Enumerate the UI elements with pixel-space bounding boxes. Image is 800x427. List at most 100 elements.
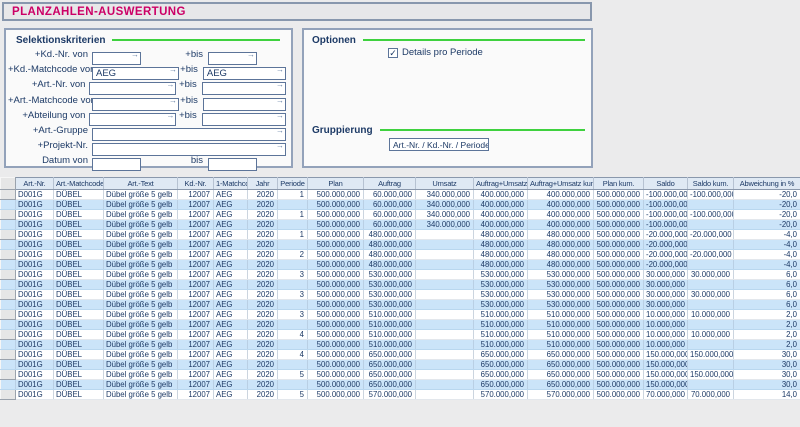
row-selector[interactable]	[1, 370, 16, 380]
table-row[interactable]: D001GDÜBELDübel größe 5 gelb12007AEG2020…	[1, 260, 800, 270]
row-selector[interactable]	[1, 330, 16, 340]
datum-bis-input[interactable]	[208, 158, 257, 171]
cell-kd_nr: 12007	[178, 300, 214, 310]
row-selector[interactable]	[1, 240, 16, 250]
cell-kd_nr: 12007	[178, 290, 214, 300]
cell-umsatz	[416, 260, 474, 270]
cell-plan: 500.000,000	[308, 350, 364, 360]
row-selector[interactable]	[1, 250, 16, 260]
row-selector[interactable]	[1, 210, 16, 220]
column-header-periode[interactable]: Periode	[278, 178, 308, 190]
cell-saldo: -20.000,000	[644, 240, 688, 250]
table-row[interactable]: D001GDÜBELDübel größe 5 gelb12007AEG2020…	[1, 300, 800, 310]
row-selector[interactable]	[1, 260, 16, 270]
cell-auftrag: 60.000,000	[364, 190, 416, 200]
cell-kd_nr: 12007	[178, 260, 214, 270]
cell-kd_nr: 12007	[178, 220, 214, 230]
row-selector[interactable]	[1, 220, 16, 230]
table-row[interactable]: D001GDÜBELDübel größe 5 gelb12007AEG2020…	[1, 210, 800, 220]
cell-auftrag_umsatz: 400.000,000	[474, 210, 528, 220]
cell-jahr: 2020	[248, 260, 278, 270]
cell-art_nr: D001G	[16, 190, 54, 200]
cell-auftrag_umsatz_kum: 570.000,000	[528, 390, 594, 400]
row-selector[interactable]	[1, 300, 16, 310]
column-header-auftrag[interactable]: Auftrag	[364, 178, 416, 190]
cell-matchcode_1: AEG	[214, 270, 248, 280]
cell-jahr: 2020	[248, 240, 278, 250]
column-header-art_text[interactable]: Art.-Text	[104, 178, 178, 190]
row-selector[interactable]	[1, 310, 16, 320]
row-selector-header[interactable]	[1, 178, 16, 190]
column-header-saldo[interactable]: Saldo	[644, 178, 688, 190]
table-row[interactable]: D001GDÜBELDübel größe 5 gelb12007AEG2020…	[1, 390, 800, 400]
row-selector[interactable]	[1, 230, 16, 240]
cell-kd_nr: 12007	[178, 360, 214, 370]
table-row[interactable]: D001GDÜBELDübel größe 5 gelb12007AEG2020…	[1, 290, 800, 300]
cell-matchcode_1: AEG	[214, 390, 248, 400]
row-selector[interactable]	[1, 380, 16, 390]
cell-art_matchcode: DÜBEL	[54, 340, 104, 350]
row-selector[interactable]	[1, 270, 16, 280]
table-row[interactable]: D001GDÜBELDübel größe 5 gelb12007AEG2020…	[1, 240, 800, 250]
column-header-matchcode_1[interactable]: 1-Matchcoc	[214, 178, 248, 190]
cell-auftrag_umsatz_kum: 480.000,000	[528, 250, 594, 260]
table-row[interactable]: D001GDÜBELDübel größe 5 gelb12007AEG2020…	[1, 360, 800, 370]
row-selector[interactable]	[1, 290, 16, 300]
cell-art_text: Dübel größe 5 gelb	[104, 360, 178, 370]
datum-bis-field	[208, 154, 257, 167]
row-selector[interactable]	[1, 190, 16, 200]
column-header-art_nr[interactable]: Art.-Nr.	[16, 178, 54, 190]
cell-art_matchcode: DÜBEL	[54, 250, 104, 260]
column-header-kd_nr[interactable]: Kd.-Nr.	[178, 178, 214, 190]
datum-von-input[interactable]	[92, 158, 141, 171]
row-selector[interactable]	[1, 350, 16, 360]
table-row[interactable]: D001GDÜBELDübel größe 5 gelb12007AEG2020…	[1, 200, 800, 210]
column-header-plan[interactable]: Plan	[308, 178, 364, 190]
cell-abweichung: 6,0	[734, 290, 800, 300]
cell-saldo: 30.000,000	[644, 300, 688, 310]
column-header-abweichung[interactable]: Abweichung in %	[734, 178, 800, 190]
row-selector[interactable]	[1, 390, 16, 400]
cell-saldo: 150.000,000	[644, 350, 688, 360]
table-row[interactable]: D001GDÜBELDübel größe 5 gelb12007AEG2020…	[1, 190, 800, 200]
row-selector[interactable]	[1, 360, 16, 370]
column-header-saldo_kum[interactable]: Saldo kum.	[688, 178, 734, 190]
column-header-art_matchcode[interactable]: Art.-Matchcode	[54, 178, 104, 190]
cell-matchcode_1: AEG	[214, 240, 248, 250]
details-pro-periode-checkbox[interactable]	[388, 48, 398, 58]
table-row[interactable]: D001GDÜBELDübel größe 5 gelb12007AEG2020…	[1, 380, 800, 390]
row-selector[interactable]	[1, 320, 16, 330]
cell-saldo_kum	[688, 320, 734, 330]
table-row[interactable]: D001GDÜBELDübel größe 5 gelb12007AEG2020…	[1, 350, 800, 360]
details-pro-periode-row: Details pro Periode	[388, 47, 483, 58]
row-selector[interactable]	[1, 340, 16, 350]
column-header-auftrag_umsatz_kum[interactable]: Auftrag+Umsatz kum.	[528, 178, 594, 190]
cell-saldo_kum: 10.000,000	[688, 310, 734, 320]
table-row[interactable]: D001GDÜBELDübel größe 5 gelb12007AEG2020…	[1, 250, 800, 260]
cell-art_text: Dübel größe 5 gelb	[104, 370, 178, 380]
cell-abweichung: 2,0	[734, 310, 800, 320]
column-header-umsatz[interactable]: Umsatz	[416, 178, 474, 190]
gruppierung-select[interactable]: Art.-Nr. / Kd.-Nr. / Periode ∨	[389, 138, 489, 151]
column-header-plan_kum[interactable]: Plan kum.	[594, 178, 644, 190]
table-row[interactable]: D001GDÜBELDübel größe 5 gelb12007AEG2020…	[1, 270, 800, 280]
cell-art_matchcode: DÜBEL	[54, 200, 104, 210]
cell-art_text: Dübel größe 5 gelb	[104, 230, 178, 240]
table-row[interactable]: D001GDÜBELDübel größe 5 gelb12007AEG2020…	[1, 370, 800, 380]
column-header-auftrag_umsatz[interactable]: Auftrag+Umsatz	[474, 178, 528, 190]
row-selector[interactable]	[1, 200, 16, 210]
row-selector[interactable]	[1, 280, 16, 290]
cell-jahr: 2020	[248, 360, 278, 370]
cell-plan: 500.000,000	[308, 390, 364, 400]
table-row[interactable]: D001GDÜBELDübel größe 5 gelb12007AEG2020…	[1, 280, 800, 290]
table-row[interactable]: D001GDÜBELDübel größe 5 gelb12007AEG2020…	[1, 220, 800, 230]
table-row[interactable]: D001GDÜBELDübel größe 5 gelb12007AEG2020…	[1, 310, 800, 320]
cell-kd_nr: 12007	[178, 240, 214, 250]
table-row[interactable]: D001GDÜBELDübel größe 5 gelb12007AEG2020…	[1, 230, 800, 240]
table-row[interactable]: D001GDÜBELDübel größe 5 gelb12007AEG2020…	[1, 340, 800, 350]
column-header-jahr[interactable]: Jahr	[248, 178, 278, 190]
table-row[interactable]: D001GDÜBELDübel größe 5 gelb12007AEG2020…	[1, 320, 800, 330]
table-row[interactable]: D001GDÜBELDübel größe 5 gelb12007AEG2020…	[1, 330, 800, 340]
cell-auftrag_umsatz_kum: 510.000,000	[528, 340, 594, 350]
cell-art_nr: D001G	[16, 310, 54, 320]
